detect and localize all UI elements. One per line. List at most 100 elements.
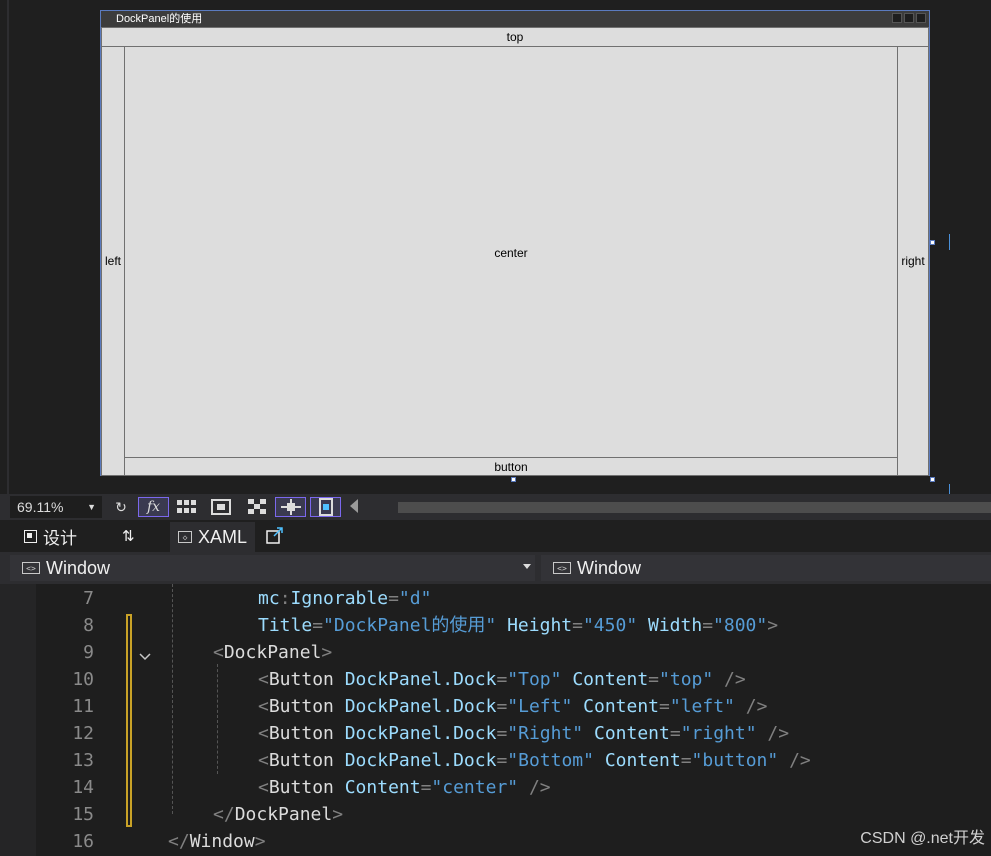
resize-handle-right[interactable] <box>930 240 935 245</box>
nav-left-label: Window <box>46 557 111 578</box>
element-navigation-bar: <> Window <> Window <box>0 552 991 584</box>
tab-xaml-label: XAML <box>198 526 248 547</box>
designer-surface: DockPanel的使用 top center left right butto… <box>0 0 991 494</box>
code-token: = <box>420 777 432 798</box>
dock-button-top-label: top <box>506 30 524 44</box>
resize-handle-corner[interactable] <box>930 477 935 482</box>
dock-button-right[interactable]: right <box>897 46 929 476</box>
dock-button-center[interactable]: center <box>124 46 898 458</box>
line-number: 14 <box>72 777 94 798</box>
code-token: /> <box>756 723 790 744</box>
code-token: < <box>258 696 269 717</box>
code-line[interactable]: 15 </DockPanel> <box>0 801 991 828</box>
tab-xaml[interactable]: ◇ XAML <box>170 522 256 552</box>
code-line[interactable]: 14 <Button Content="center" /> <box>0 774 991 801</box>
code-token: DockPanel <box>234 804 333 825</box>
code-text: </DockPanel> <box>213 801 343 828</box>
code-text: <DockPanel> <box>213 639 332 666</box>
line-number: 12 <box>72 723 94 744</box>
device-icon[interactable] <box>310 497 341 517</box>
xaml-code-editor[interactable]: 7 mc:Ignorable="d" 8 Title="DockPanel的使用" H… <box>0 584 991 856</box>
nav-right-label: Window <box>577 557 642 578</box>
code-line[interactable]: 16 </Window> <box>0 828 991 855</box>
code-line[interactable]: 7 mc:Ignorable="d" <box>0 585 991 612</box>
code-line[interactable]: 12 <Button DockPanel.Dock="Right" Content… <box>0 720 991 747</box>
code-line[interactable]: 10 <Button DockPanel.Dock="Top" Content="… <box>0 666 991 693</box>
fx-label: fx <box>146 499 161 515</box>
code-token: Button <box>268 750 334 771</box>
code-token: </ <box>168 831 190 852</box>
code-token: > <box>767 615 779 636</box>
horizontal-scrollbar-thumb[interactable] <box>398 502 991 513</box>
code-element-icon: <> <box>553 562 571 574</box>
tab-design-label: 设计 <box>43 528 77 548</box>
checker-icon[interactable] <box>246 497 268 517</box>
code-line[interactable]: 9 <DockPanel> <box>0 639 991 666</box>
swap-pane-button[interactable]: ⇅ <box>122 522 135 550</box>
snap-grid-icon[interactable] <box>210 497 232 517</box>
popout-button[interactable] <box>266 522 284 550</box>
maximize-icon <box>904 13 914 23</box>
nav-dropdown-left[interactable]: <> Window <box>10 555 535 581</box>
code-token: < <box>258 723 269 744</box>
code-token: "right" <box>680 723 757 744</box>
code-token: < <box>213 642 224 663</box>
preview-window[interactable]: DockPanel的使用 top center left right butto… <box>100 10 930 476</box>
designer-left-rule <box>7 0 9 494</box>
code-token: = <box>496 669 508 690</box>
scroll-left-icon[interactable] <box>350 499 358 513</box>
dock-button-center-label: center <box>494 246 528 260</box>
code-token: = <box>496 750 508 771</box>
line-number: 9 <box>83 642 94 663</box>
code-token: < <box>258 777 269 798</box>
dock-button-left[interactable]: left <box>101 46 125 476</box>
chevron-down-icon <box>523 564 531 569</box>
code-token: "DockPanel的使用" <box>323 615 497 636</box>
grid-icon[interactable] <box>176 497 198 517</box>
line-number: 15 <box>72 804 94 825</box>
refresh-icon[interactable]: ↻ <box>110 497 132 517</box>
code-element-icon: <> <box>22 562 40 574</box>
code-token: = <box>496 723 508 744</box>
code-token: DockPanel.Dock <box>344 696 497 717</box>
dock-button-top[interactable]: top <box>101 27 929 47</box>
code-token: /> <box>778 750 811 771</box>
code-line[interactable]: 13 <Button DockPanel.Dock="Bottom" Conten… <box>0 747 991 774</box>
code-token: Content <box>572 669 649 690</box>
xaml-tab-icon: ◇ <box>178 531 192 543</box>
code-token: </ <box>213 804 235 825</box>
fx-icon[interactable]: fx <box>138 497 169 517</box>
zoom-dropdown[interactable]: 69.11% ▼ <box>10 496 102 518</box>
code-text: <Button DockPanel.Dock="Bottom" Content=… <box>258 747 811 774</box>
zoom-value: 69.11% <box>17 499 64 515</box>
code-line[interactable]: 11 <Button DockPanel.Dock="Left" Content=… <box>0 693 991 720</box>
code-line[interactable]: 8 Title="DockPanel的使用" Height="450" Width… <box>0 612 991 639</box>
code-text: <Button DockPanel.Dock="Right" Content="… <box>258 720 789 747</box>
tab-design[interactable]: 设计 <box>24 522 77 550</box>
snap-lines-icon[interactable] <box>275 497 306 517</box>
code-token: Content <box>604 750 681 771</box>
code-token: DockPanel.Dock <box>344 669 497 690</box>
code-token: Button <box>268 696 334 717</box>
code-token: Title <box>258 615 313 636</box>
code-text: <Button DockPanel.Dock="Top" Content="to… <box>258 666 746 693</box>
code-token: = <box>702 615 714 636</box>
watermark: CSDN @.net开发 <box>860 830 985 847</box>
nav-dropdown-right[interactable]: <> Window <box>541 555 991 581</box>
line-number: 7 <box>83 588 94 609</box>
code-token: < <box>258 750 269 771</box>
ruler-mark-right <box>949 234 950 250</box>
code-token: DockPanel <box>223 642 322 663</box>
code-token: /> <box>734 696 768 717</box>
resize-handle-bottom[interactable] <box>511 477 516 482</box>
code-token: Content <box>593 723 670 744</box>
dock-button-bottom[interactable]: button <box>124 457 898 476</box>
code-token: = <box>496 696 508 717</box>
code-token: Content <box>583 696 660 717</box>
code-token: = <box>669 723 681 744</box>
